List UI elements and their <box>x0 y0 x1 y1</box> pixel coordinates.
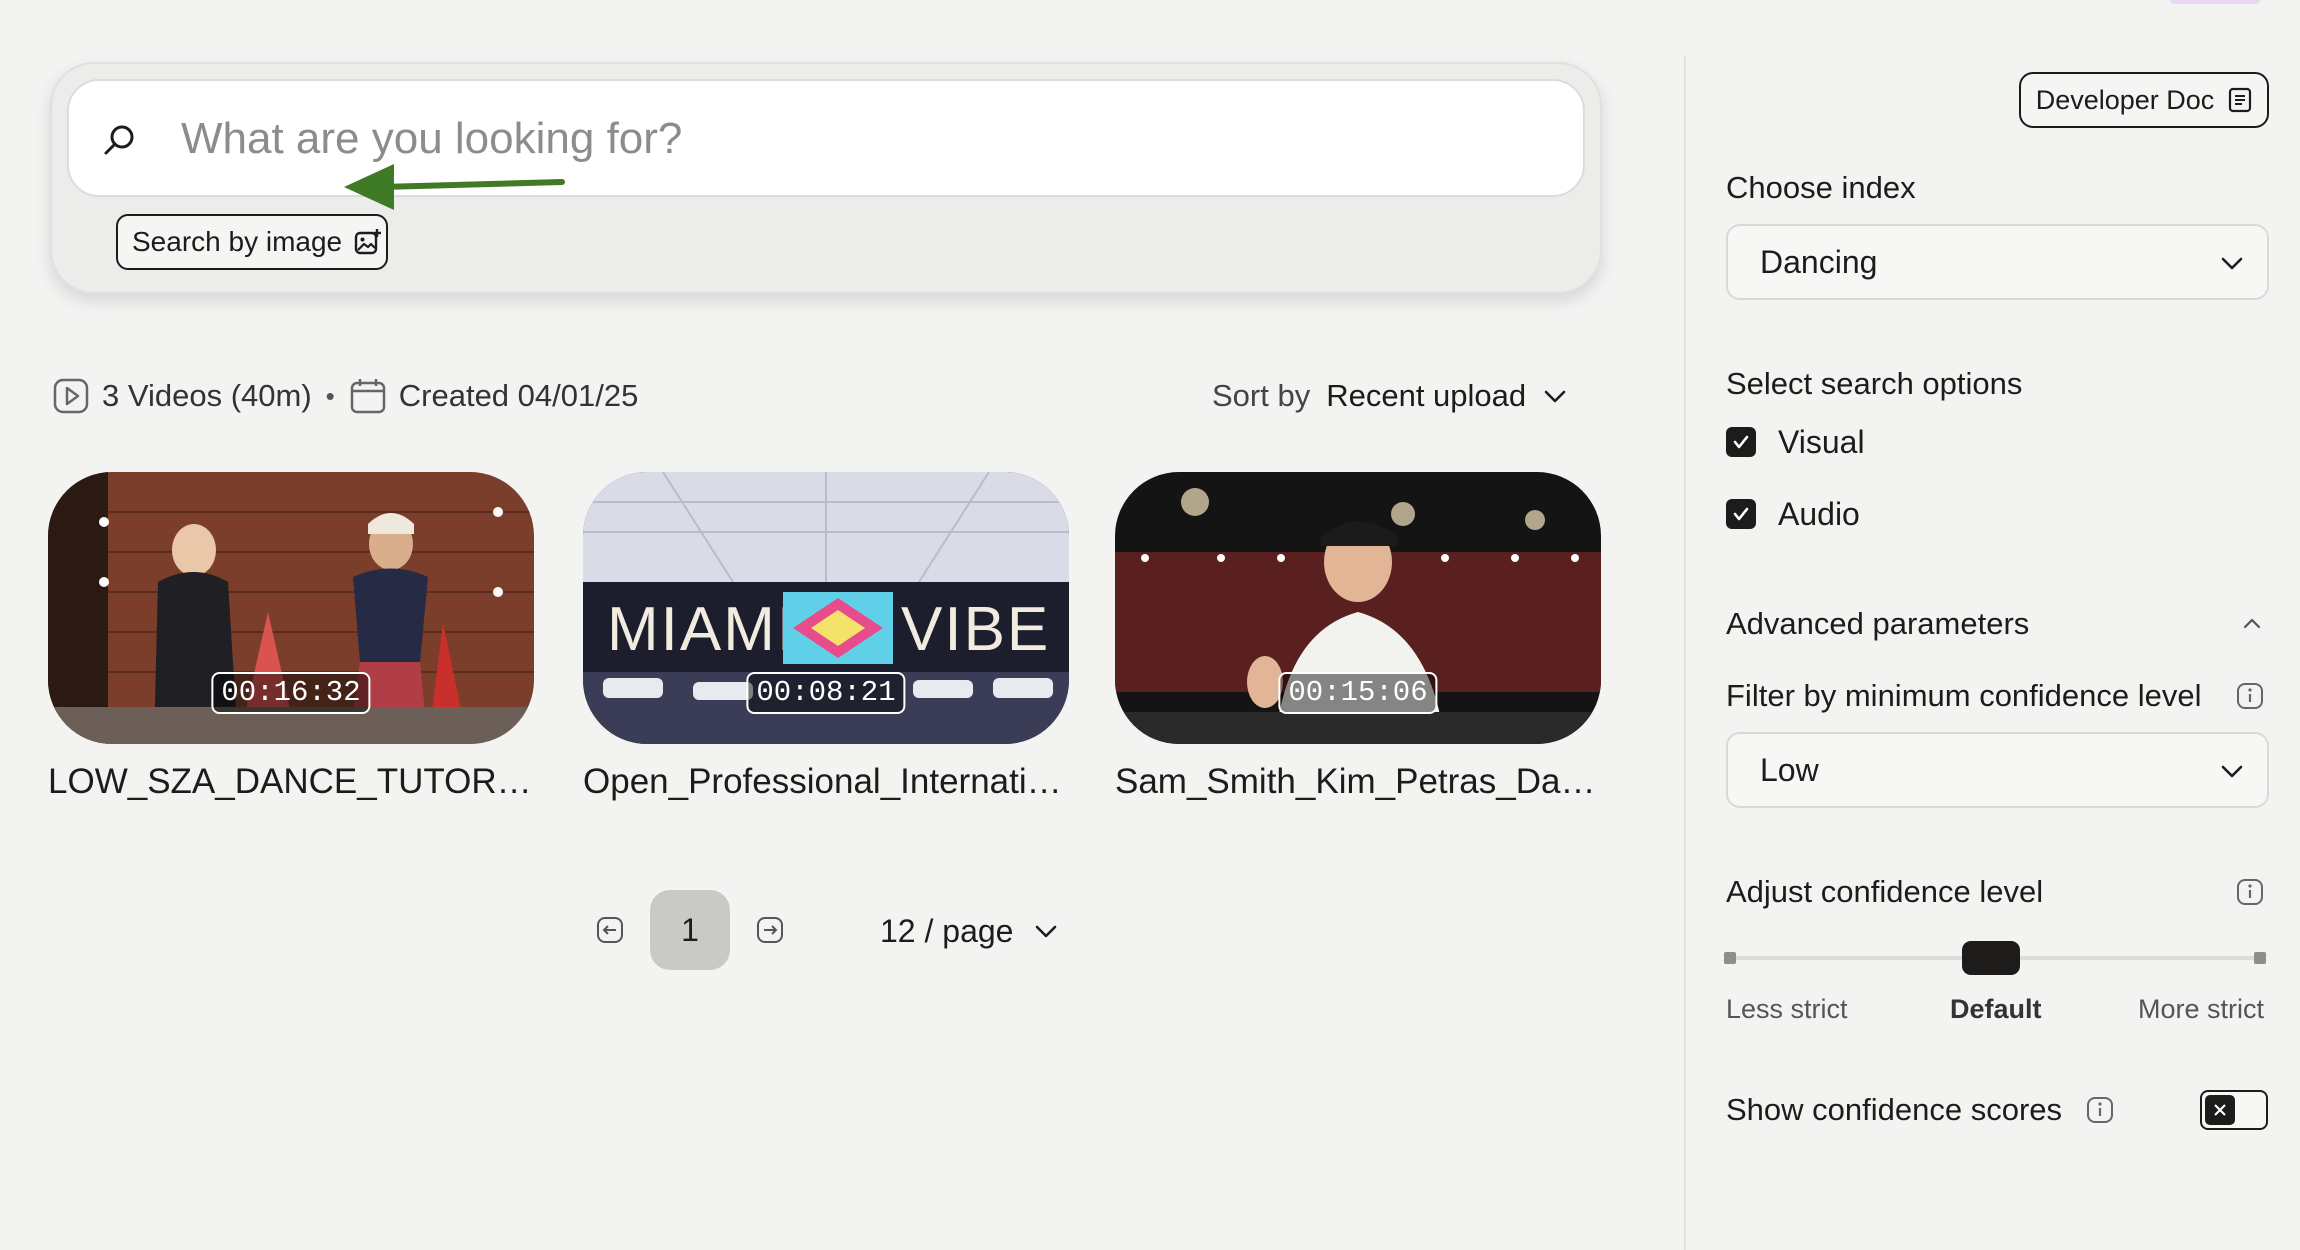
video-thumbnail[interactable]: 00:16:32 <box>48 472 534 744</box>
video-duration: 00:16:32 <box>211 672 371 714</box>
sort-dropdown[interactable]: Sort by Recent upload <box>1212 374 1568 418</box>
info-icon[interactable] <box>2236 682 2264 710</box>
video-card[interactable]: MIAMI VIBE 00:08:21 Open_Professional_In… <box>583 472 1069 802</box>
video-card[interactable]: 00:15:06 Sam_Smith_Kim_Petras_Dance <box>1115 472 1601 802</box>
page-1-button[interactable]: 1 <box>650 890 730 970</box>
index-select-value: Dancing <box>1760 243 1878 280</box>
annotation-arrow-icon <box>344 164 565 210</box>
video-title[interactable]: Open_Professional_International <box>583 762 1069 802</box>
next-page-icon[interactable] <box>756 916 784 944</box>
default-label: Default <box>1950 994 2042 1024</box>
developer-doc-label: Developer Doc <box>2035 84 2215 115</box>
video-title[interactable]: LOW_SZA_DANCE_TUTORIAL <box>48 762 534 802</box>
checkmark-icon <box>1733 435 1749 449</box>
panel-divider <box>1684 56 1686 1250</box>
slider-min-marker <box>1724 952 1736 964</box>
more-strict-label: More strict <box>2138 994 2265 1024</box>
confidence-filter-value: Low <box>1760 751 1819 788</box>
video-duration: 00:15:06 <box>1278 672 1438 714</box>
show-scores-label: Show confidence scores <box>1726 1092 2063 1127</box>
confidence-filter-label: Filter by minimum confidence level <box>1726 678 2202 713</box>
checkmark-icon <box>1733 507 1749 521</box>
sort-value: Recent upload <box>1326 378 1527 413</box>
option-audio[interactable]: Audio <box>1726 494 1860 534</box>
confidence-filter-select[interactable]: Low <box>1726 732 2269 808</box>
chevron-up-icon[interactable] <box>2240 612 2264 636</box>
previous-page-icon[interactable] <box>596 916 624 944</box>
chevron-down-icon <box>1544 390 1566 403</box>
video-thumbnail[interactable]: MIAMI VIBE 00:08:21 <box>583 472 1069 744</box>
page-size-dropdown[interactable]: 12 / page <box>880 910 1059 952</box>
option-visual[interactable]: Visual <box>1726 422 1865 462</box>
less-strict-label: Less strict <box>1726 994 1848 1024</box>
svg-text:MIAMI: MIAMI <box>607 595 796 664</box>
audio-option-label: Audio <box>1778 495 1860 532</box>
close-icon <box>2214 1104 2226 1116</box>
video-count-icon <box>53 378 89 414</box>
search-by-image-label: Search by image <box>132 226 343 257</box>
search-box[interactable] <box>67 79 1585 197</box>
video-duration: 00:08:21 <box>746 672 906 714</box>
index-meta-row: 3 Videos (40m) • Created 04/01/25 <box>52 374 638 418</box>
visual-option-label: Visual <box>1778 423 1865 460</box>
created-date: Created 04/01/25 <box>398 378 639 413</box>
search-panel: Search by image <box>50 62 1602 294</box>
developer-doc-button[interactable]: Developer Doc <box>2019 72 2269 128</box>
chevron-down-icon <box>1036 925 1057 938</box>
search-by-image-button[interactable]: Search by image <box>116 214 388 270</box>
search-icon <box>104 125 134 155</box>
slider-max-marker <box>2254 952 2266 964</box>
show-scores-toggle[interactable] <box>2200 1090 2268 1130</box>
index-select[interactable]: Dancing <box>1726 224 2269 300</box>
confidence-slider-thumb[interactable] <box>1962 941 2020 975</box>
video-title[interactable]: Sam_Smith_Kim_Petras_Dance <box>1115 762 1601 802</box>
search-options-label: Select search options <box>1726 366 2023 401</box>
advanced-parameters-label[interactable]: Advanced parameters <box>1726 606 2029 642</box>
visual-checkbox[interactable] <box>1726 427 1756 457</box>
info-icon[interactable] <box>2236 878 2264 906</box>
info-icon[interactable] <box>2086 1096 2114 1124</box>
meta-separator: • <box>325 380 335 411</box>
document-icon <box>2229 87 2252 113</box>
toggle-knob <box>2205 1095 2235 1125</box>
audio-checkbox[interactable] <box>1726 499 1756 529</box>
top-corner-accent <box>2170 0 2260 4</box>
choose-index-label: Choose index <box>1726 170 1916 205</box>
videos-count: 3 Videos (40m) <box>102 378 312 413</box>
image-upload-icon <box>354 229 382 255</box>
video-card[interactable]: 00:16:32 LOW_SZA_DANCE_TUTORIAL <box>48 472 534 802</box>
adjust-confidence-label: Adjust confidence level <box>1726 874 2044 909</box>
chevron-down-icon <box>2221 257 2243 270</box>
sort-label: Sort by <box>1212 378 1311 413</box>
chevron-down-icon <box>2221 765 2243 778</box>
video-thumbnail[interactable]: 00:15:06 <box>1115 472 1601 744</box>
calendar-icon <box>350 379 386 414</box>
page-size-value: 12 / page <box>880 912 1014 949</box>
svg-text:VIBE: VIBE <box>901 595 1050 664</box>
